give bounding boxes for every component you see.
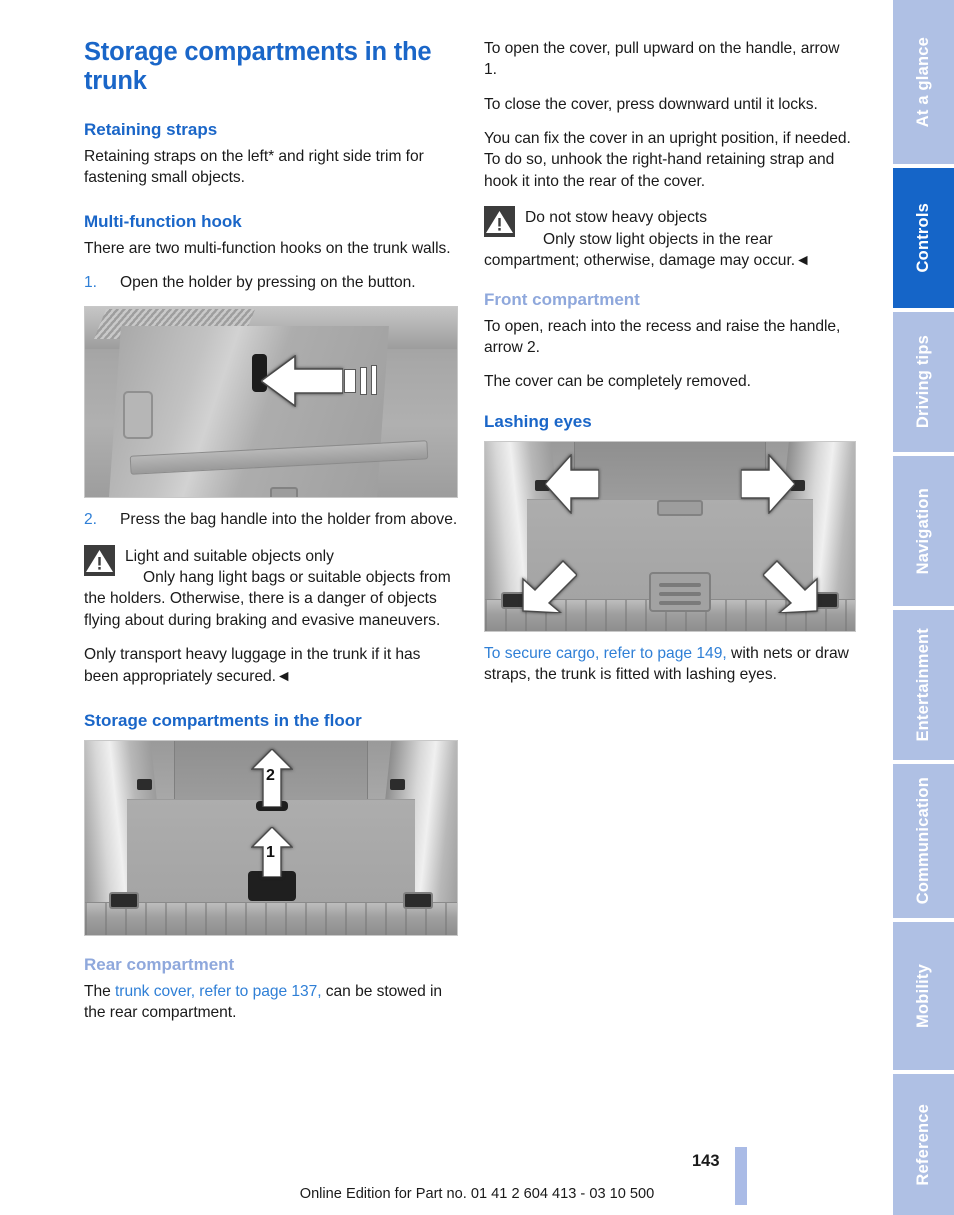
paragraph-upright-position: You can fix the cover in an upright posi… [484,130,851,190]
page-title: Storage compartments in the trunk [84,38,432,96]
figure-lashing-eyes [484,441,856,633]
sidebar-tab-label: Controls [914,203,932,273]
warning-triangle-icon [484,206,515,238]
paragraph-close-cover: To close the cover, press downward until… [484,95,818,113]
figure-floor-compartments: 2 1 [84,740,458,937]
callout-arrow-2: 2 [251,749,293,808]
rear-compartment-handle [649,572,711,613]
sidebar-tab-driving-tips[interactable]: Driving tips [893,312,954,452]
figure-multi-function-hook [84,306,458,499]
seat-back [573,442,767,499]
sidebar-tab-label: Entertainment [914,628,932,742]
caption-lashing-eyes: To secure cargo, refer to page 149, with… [484,643,856,686]
loading-sill [85,902,457,936]
callout-arrow-upper-right [741,454,795,515]
lashing-eye-lower-left [109,892,139,910]
callout-arrow-left [261,355,343,408]
sidebar-tab-label: Mobility [914,964,932,1028]
warning-triangle-icon [84,544,115,576]
paragraph-front-compartment-open: To open, reach into the recess and raise… [484,317,841,356]
sidebar-tab-label: Navigation [914,487,932,575]
sidebar-tab-at-a-glance[interactable]: At a glance [893,0,954,164]
sidebar-tab-controls[interactable]: Controls [893,168,954,308]
step-text: Open the holder by pressing on the butto… [120,273,416,291]
sidebar-tab-navigation[interactable]: Navigation [893,456,954,606]
section-tab-rail: At a glance Controls Driving tips Naviga… [893,0,954,1215]
arrow-number-1: 1 [266,844,275,862]
callout-arrow-lower-left [521,559,577,614]
warning-title: Light and suitable objects only [125,547,334,565]
sidebar-tab-label: Communication [914,777,932,905]
paragraph-rear-compartment: The trunk cover, refer to page 137, can … [84,981,458,1024]
heading-rear-compartment: Rear compartment [84,955,235,975]
paragraph-open-cover: To open the cover, pull upward on the ha… [484,40,840,79]
warning-heavy-objects: Do not stow heavy objects Only stow ligh… [484,205,856,271]
warning-light-objects: Light and suitable objects only Only han… [84,544,458,631]
link-secure-cargo-page-149[interactable]: To secure cargo, refer to page 149, [484,645,727,662]
page-number: 143 [692,1152,720,1170]
paragraph-multi-function-hook-intro: There are two multi-function hooks on th… [84,239,451,257]
heading-lashing-eyes: Lashing eyes [484,411,592,431]
lashing-eye-upper-right [390,779,405,791]
heading-retaining-straps: Retaining straps [84,120,218,140]
lashing-eye-upper-left [137,779,152,791]
warning-body: Only hang light bags or suitable objects… [84,569,451,629]
warning-title: Do not stow heavy objects [525,209,708,227]
link-trunk-cover-page-137[interactable]: trunk cover, refer to page 137, [115,983,322,1000]
callout-arrow-lower-right [763,559,819,614]
heading-multi-function-hook: Multi-function hook [84,212,242,232]
arrow-tick-2 [360,367,367,396]
manual-page: At a glance Controls Driving tips Naviga… [0,0,954,1215]
arrow-tick-3 [371,365,377,396]
sidebar-tab-label: Reference [914,1103,932,1186]
step-text: Press the bag handle into the holder fro… [120,511,458,529]
lashing-eye-lower-right [403,892,433,910]
trim-recess [123,391,153,440]
warning-body: Only stow light objects in the rear comp… [484,230,811,269]
arrow-tick-1 [344,369,356,394]
arrow-number-2: 2 [266,767,275,785]
list-item-step-1: 1. Open the holder by pressing on the bu… [84,272,458,293]
paragraph-front-compartment-removed: The cover can be completely removed. [484,373,751,391]
front-compartment-handle [657,500,703,517]
heading-floor-compartments: Storage compartments in the floor [84,710,362,730]
heading-front-compartment: Front compartment [484,290,640,310]
text-before-link: The [84,982,116,1000]
callout-arrow-upper-left [545,454,599,515]
list-item-step-2: 2. Press the bag handle into the holder … [84,509,458,530]
sidebar-tab-entertainment[interactable]: Entertainment [893,610,954,760]
right-column: To open the cover, pull upward on the ha… [484,38,856,686]
paragraph-retaining-straps: Retaining straps on the left* and right … [84,147,424,186]
sidebar-tab-label: Driving tips [914,335,932,429]
sidebar-tab-label: At a glance [914,36,932,128]
step-number: 2. [84,511,98,529]
floor-latch [270,487,298,498]
paragraph-heavy-luggage: Only transport heavy luggage in the trun… [84,646,421,685]
left-column: Storage compartments in the trunk Retain… [84,38,458,1023]
footer-edition-note: Online Edition for Part no. 01 41 2 604 … [299,1186,655,1202]
callout-arrow-1: 1 [251,827,293,878]
sidebar-tab-communication[interactable]: Communication [893,764,954,918]
step-number: 1. [84,273,98,291]
sidebar-tab-mobility[interactable]: Mobility [893,922,954,1070]
